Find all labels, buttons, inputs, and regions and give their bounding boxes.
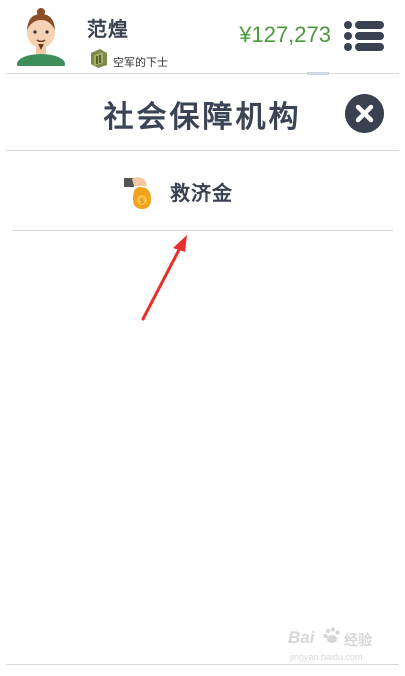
watermark-url: jingyan.baidu.com	[290, 652, 363, 662]
watermark-brand-cn: 经验	[344, 633, 372, 649]
screen: 范煌 空军的下士 ¥127,273 社会保障机构 $ 救济金 Bai 经验 ji…	[0, 0, 405, 676]
paw-icon	[323, 627, 340, 643]
money-balance: ¥127,273	[239, 22, 331, 47]
watermark-brand: Bai	[288, 628, 315, 647]
player-name: 范煌	[87, 17, 129, 41]
close-icon[interactable]	[345, 94, 384, 133]
money-bag-icon: $	[124, 177, 151, 209]
menu-icon[interactable]	[343, 20, 385, 52]
relief-fund-label: 救济金	[170, 181, 233, 205]
title-divider	[6, 150, 399, 151]
header-divider	[6, 73, 399, 74]
relief-fund-item[interactable]: $ 救济金	[12, 152, 393, 230]
rank-badge-icon	[91, 49, 107, 68]
annotation-arrow	[141, 235, 187, 321]
item-divider	[12, 230, 393, 231]
rank-label: 空军的下士	[113, 56, 168, 69]
watermark: Bai 经验 jingyan.baidu.com	[286, 622, 381, 668]
player-header: 范煌 空军的下士 ¥127,273	[0, 0, 405, 75]
avatar[interactable]	[14, 6, 68, 66]
bottom-divider	[6, 664, 399, 665]
svg-text:$: $	[140, 197, 144, 205]
